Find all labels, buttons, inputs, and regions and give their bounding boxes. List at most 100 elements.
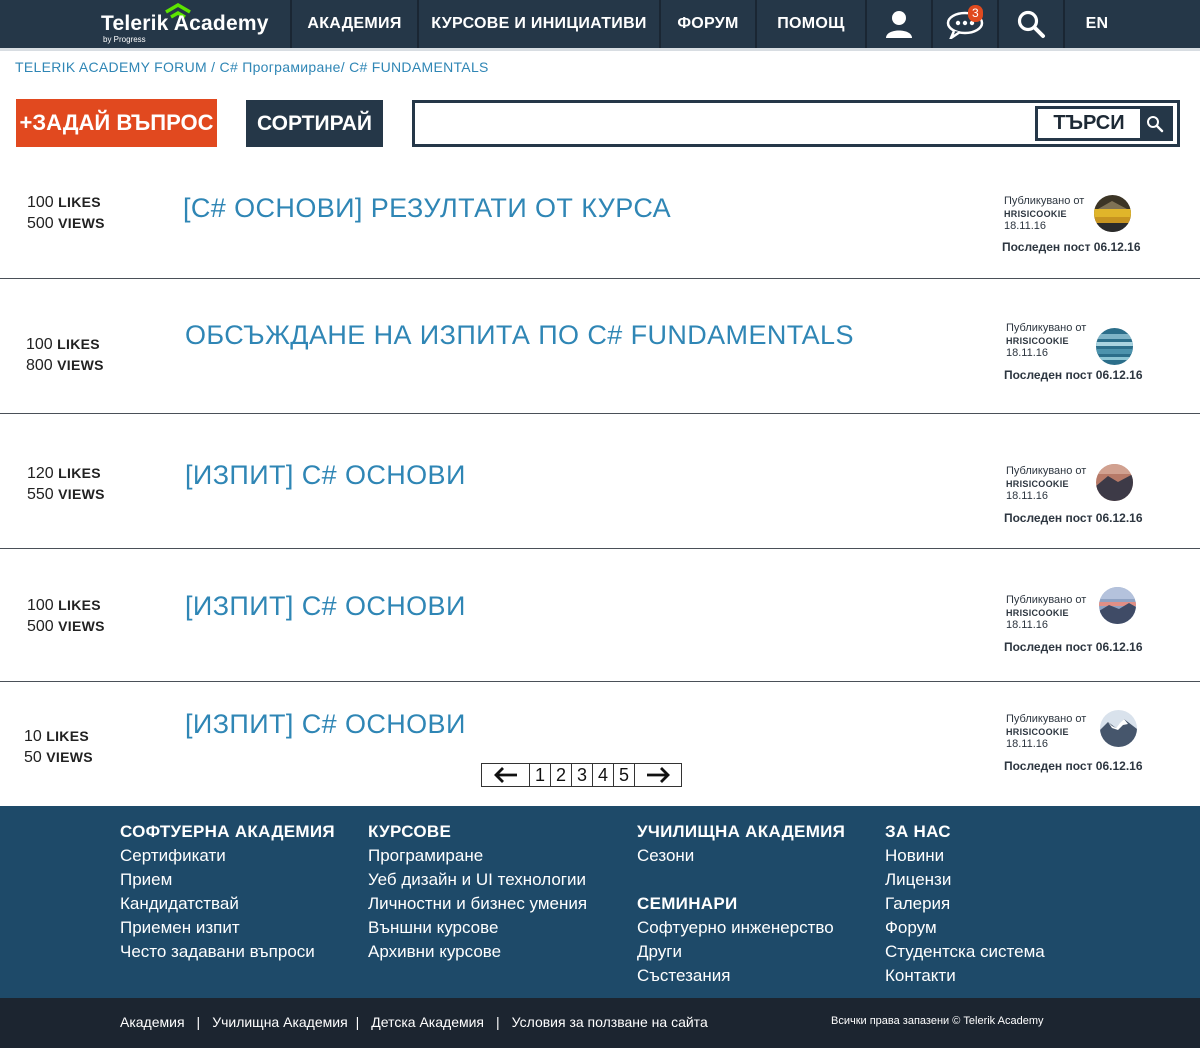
ask-question-button[interactable]: +ЗАДАЙ ВЪПРОС xyxy=(16,99,217,147)
search-submit-button[interactable]: ТЪРСИ xyxy=(1035,106,1173,141)
footer-link[interactable]: Често задавани въпроси xyxy=(120,940,335,964)
likes-count: 100 xyxy=(27,194,54,211)
breadcrumb-separator: / xyxy=(340,59,350,75)
footer-link[interactable]: Други xyxy=(637,940,845,964)
pagination-page[interactable]: 1 xyxy=(529,764,550,786)
views-unit: VIEWS xyxy=(58,215,105,231)
footer-link[interactable]: Контакти xyxy=(885,964,1045,988)
topic-stats: 120 LIKES 550 VIEWS xyxy=(27,463,105,505)
nav-courses-initiatives[interactable]: КУРСОВЕ И ИНИЦИАТИВИ xyxy=(417,0,659,48)
published-date: 18.11.16 xyxy=(1006,490,1049,502)
breadcrumb-subcategory[interactable]: C# FUNDAMENTALS xyxy=(349,59,489,75)
views-count: 800 xyxy=(26,357,53,374)
pagination-prev-button[interactable] xyxy=(482,764,529,786)
footer-link[interactable]: Личностни и бизнес умения xyxy=(368,892,587,916)
author-name[interactable]: HRISICOOKIE xyxy=(1006,478,1086,491)
author-avatar[interactable] xyxy=(1096,464,1133,501)
footer-link[interactable]: Софтуерно инженерство xyxy=(637,916,845,940)
last-post-date: Последен пост 06.12.16 xyxy=(1002,240,1141,254)
logo-by-progress: by Progress xyxy=(103,35,146,44)
forum-search-box: ТЪРСИ xyxy=(412,100,1180,147)
topic-author-info: Публикувано от HRISICOOKIE 18.11.16 xyxy=(1006,322,1086,360)
last-post-date: Последен пост 06.12.16 xyxy=(1004,759,1143,773)
breadcrumb-forum[interactable]: TELERIK ACADEMY FORUM xyxy=(15,59,207,75)
footer-link[interactable]: Прием xyxy=(120,868,335,892)
nav-help[interactable]: ПОМОЩ xyxy=(755,0,865,48)
author-avatar[interactable] xyxy=(1100,710,1137,747)
footer-heading: СОФТУЕРНА АКАДЕМИЯ xyxy=(120,822,335,841)
sort-button[interactable]: СОРТИРАЙ xyxy=(246,100,383,147)
author-name[interactable]: HRISICOOKIE xyxy=(1006,607,1086,620)
footer-link[interactable]: Състезания xyxy=(637,964,845,988)
published-date: 18.11.16 xyxy=(1006,619,1049,631)
footer-link[interactable]: Външни курсове xyxy=(368,916,587,940)
bottom-link-kids-academy[interactable]: Детска Академия xyxy=(371,1014,484,1030)
topic-stats: 100 LIKES 800 VIEWS xyxy=(26,334,104,376)
footer-link[interactable]: Сезони xyxy=(637,844,845,868)
published-label: Публикувано от xyxy=(1006,713,1087,725)
nav-academy[interactable]: АКАДЕМИЯ xyxy=(290,0,417,48)
footer-link[interactable]: Архивни курсове xyxy=(368,940,587,964)
bottom-link-terms[interactable]: Условия за ползване на сайта xyxy=(512,1014,708,1030)
footer-spacer xyxy=(637,868,845,892)
footer-link[interactable]: Уеб дизайн и UI технологии xyxy=(368,868,587,892)
footer-link[interactable]: Форум xyxy=(885,916,1045,940)
author-avatar[interactable] xyxy=(1096,328,1133,365)
author-name[interactable]: HRISICOOKIE xyxy=(1006,335,1086,348)
arrow-right-icon xyxy=(647,767,670,783)
pagination-page[interactable]: 5 xyxy=(613,764,634,786)
user-profile-button[interactable] xyxy=(865,0,931,48)
published-label: Публикувано от xyxy=(1006,322,1087,334)
bottom-link-separator: | xyxy=(196,1014,201,1030)
topic-author-info: Публикувано от HRISICOOKIE 18.11.16 xyxy=(1004,195,1084,233)
bottom-link-school-academy[interactable]: Училищна Академия xyxy=(212,1014,347,1030)
topic-author-info: Публикувано от HRISICOOKIE 18.11.16 xyxy=(1006,465,1086,503)
nav-forum[interactable]: ФОРУМ xyxy=(659,0,755,48)
search-button-label: ТЪРСИ xyxy=(1053,112,1125,134)
likes-count: 100 xyxy=(27,597,54,614)
footer-link[interactable]: Програмиране xyxy=(368,844,587,868)
footer-link[interactable]: Лицензи xyxy=(885,868,1045,892)
telerik-academy-logo[interactable]: Telerik Academy by Progress xyxy=(0,0,290,48)
author-avatar[interactable] xyxy=(1099,587,1136,624)
pagination-page[interactable]: 2 xyxy=(550,764,571,786)
last-post-date: Последен пост 06.12.16 xyxy=(1004,368,1143,382)
footer-link[interactable]: Галерия xyxy=(885,892,1045,916)
breadcrumb-category[interactable]: C# Програмиране xyxy=(220,59,341,75)
search-input[interactable] xyxy=(419,107,1029,140)
last-post-date: Последен пост 06.12.16 xyxy=(1004,640,1143,654)
top-navigation-bar: Telerik Academy by Progress АКАДЕМИЯ КУР… xyxy=(0,0,1200,48)
messages-button[interactable]: 3 xyxy=(931,0,997,48)
footer-link[interactable]: Сертификати xyxy=(120,844,335,868)
topic-row: 100 LIKES 500 VIEWS [ИЗПИТ] C# ОСНОВИ Пу… xyxy=(0,549,1200,682)
footer-link[interactable]: Студентска система xyxy=(885,940,1045,964)
language-switch[interactable]: EN xyxy=(1063,0,1129,48)
published-label: Публикувано от xyxy=(1006,594,1087,606)
footer-column-software-academy: СОФТУЕРНА АКАДЕМИЯ Сертификати Прием Кан… xyxy=(120,820,335,964)
topic-stats: 10 LIKES 50 VIEWS xyxy=(24,726,93,768)
pagination-next-button[interactable] xyxy=(634,764,681,786)
topic-title[interactable]: ОБСЪЖДАНЕ НА ИЗПИТА ПО C# FUNDAMENTALS xyxy=(185,320,854,351)
topic-title[interactable]: [ИЗПИТ] C# ОСНОВИ xyxy=(185,591,466,622)
published-date: 18.11.16 xyxy=(1006,738,1049,750)
pagination-page[interactable]: 4 xyxy=(592,764,613,786)
author-name[interactable]: HRISICOOKIE xyxy=(1006,726,1086,739)
topic-title[interactable]: [C# ОСНОВИ] РЕЗУЛТАТИ ОТ КУРСА xyxy=(183,193,671,224)
likes-unit: LIKES xyxy=(58,465,101,481)
bottom-link-academy[interactable]: Академия xyxy=(120,1014,185,1030)
views-count: 50 xyxy=(24,749,42,766)
topic-row: 10 LIKES 50 VIEWS [ИЗПИТ] C# ОСНОВИ Публ… xyxy=(0,682,1200,806)
topic-stats: 100 LIKES 500 VIEWS xyxy=(27,595,105,637)
footer-link[interactable]: Приемен изпит xyxy=(120,916,335,940)
likes-unit: LIKES xyxy=(57,336,100,352)
footer-link[interactable]: Кандидатствай xyxy=(120,892,335,916)
topic-title[interactable]: [ИЗПИТ] C# ОСНОВИ xyxy=(185,460,466,491)
footer-link[interactable]: Новини xyxy=(885,844,1045,868)
topic-author-info: Публикувано от HRISICOOKIE 18.11.16 xyxy=(1006,594,1086,632)
pagination-page[interactable]: 3 xyxy=(571,764,592,786)
author-avatar[interactable] xyxy=(1094,195,1131,232)
topic-title[interactable]: [ИЗПИТ] C# ОСНОВИ xyxy=(185,709,466,740)
header-search-button[interactable] xyxy=(997,0,1063,48)
likes-count: 100 xyxy=(26,336,53,353)
author-name[interactable]: HRISICOOKIE xyxy=(1004,208,1084,221)
